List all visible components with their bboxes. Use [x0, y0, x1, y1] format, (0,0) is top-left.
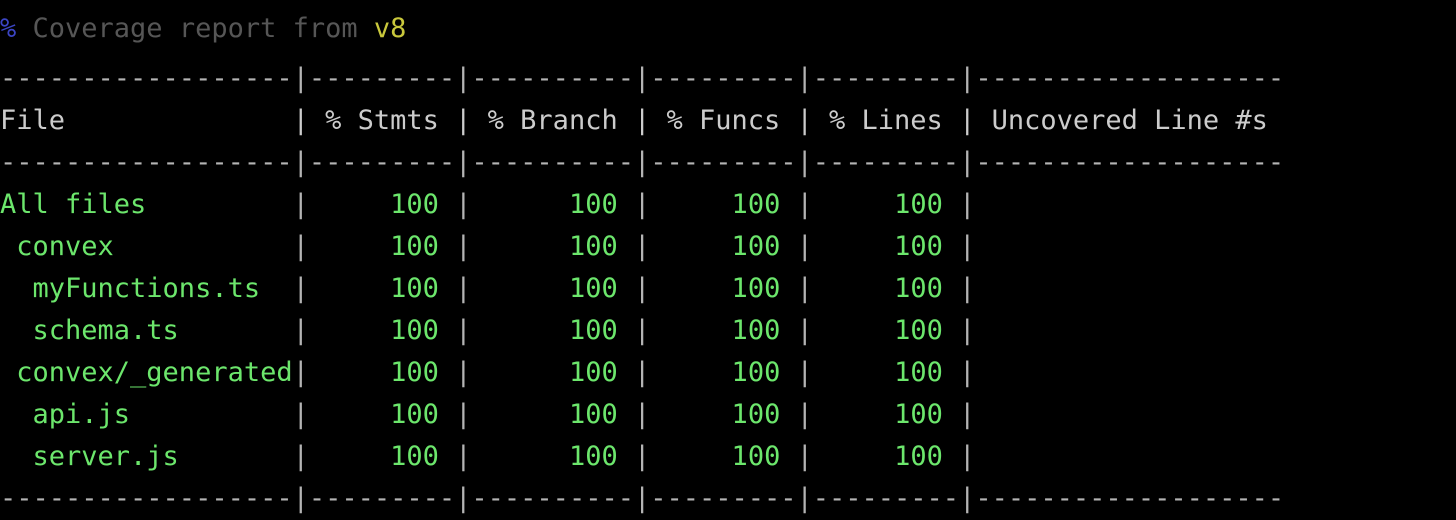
table-row: server.js | 100 | 100 | 100 | 100 |: [0, 441, 976, 472]
table-separator-header: ------------------|---------|----------|…: [0, 147, 1285, 178]
table-header-row: File | % Stmts | % Branch | % Funcs | % …: [0, 105, 1268, 136]
percent-sign: %: [0, 13, 17, 44]
coverage-provider-name: v8: [373, 13, 407, 44]
table-separator-top: ------------------|---------|----------|…: [0, 63, 1285, 94]
table-row: convex | 100 | 100 | 100 | 100 |: [0, 231, 976, 262]
table-row: api.js | 100 | 100 | 100 | 100 |: [0, 399, 976, 430]
table-row: convex/_generated| 100 | 100 | 100 | 100…: [0, 357, 976, 388]
table-separator-bottom: ------------------|---------|----------|…: [0, 483, 1285, 514]
table-row: schema.ts | 100 | 100 | 100 | 100 |: [0, 315, 976, 346]
terminal-window: % Coverage report from v8 --------------…: [0, 0, 1456, 514]
coverage-report-title: % Coverage report from v8: [0, 0, 1456, 58]
table-row: All files | 100 | 100 | 100 | 100 |: [0, 189, 976, 220]
title-text: Coverage report from: [16, 13, 374, 44]
table-row: myFunctions.ts | 100 | 100 | 100 | 100 |: [0, 273, 976, 304]
